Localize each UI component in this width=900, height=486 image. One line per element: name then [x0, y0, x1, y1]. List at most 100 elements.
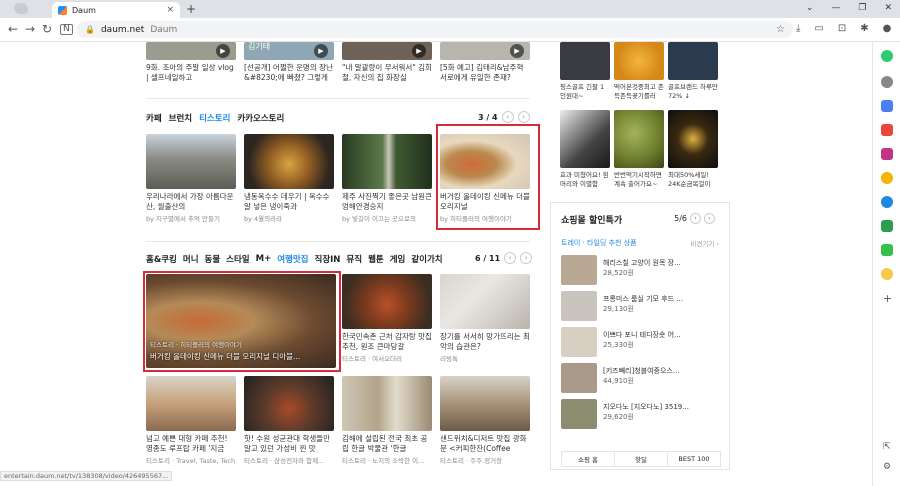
restore-button[interactable]: ❐: [858, 3, 866, 13]
download-icon[interactable]: ⤓: [796, 23, 800, 34]
tab-home-cooking[interactable]: 홈&쿠킹: [146, 253, 177, 265]
tools-icon[interactable]: [881, 100, 893, 112]
tab-work[interactable]: 직장IN: [315, 253, 341, 265]
minimize-button[interactable]: —: [831, 3, 840, 13]
product-mid-2[interactable]: 반번먹기시작하면 계속 출어가요~: [614, 110, 664, 191]
top-card-3[interactable]: ▶ "내 말괄량이 무서워서" 김희철, 자신의 집 화장실: [342, 42, 432, 83]
forward-icon[interactable]: →: [25, 22, 35, 36]
card-source: by 빛길이 이끄는 곳으로의: [342, 215, 416, 223]
card-caption: [5화 예고] 김태리&남주혁 서로에게 유일한 존재?: [440, 63, 524, 82]
tab-webtoon[interactable]: 웹툰: [368, 253, 384, 265]
travel-card-6[interactable]: 샌드위치&디저트 맛집 광화문 <커피한잔(Coffee 티스토리 · 주주.정…: [440, 376, 530, 466]
tab-brunch[interactable]: 브런치: [169, 112, 192, 124]
hot-deal-button[interactable]: 핫딜: [615, 452, 668, 466]
profile-icon[interactable]: ●: [883, 23, 892, 34]
product-top-2[interactable]: 떡어본것중최고 존득존득꽂기를러: [614, 42, 664, 103]
copilot-icon[interactable]: [881, 50, 893, 62]
thumbnail: [560, 110, 610, 168]
screenshot-icon[interactable]: ⊡: [838, 23, 846, 34]
card-source: 티스토리 · Travel, Taste, Tech: [146, 457, 236, 465]
shop-tag[interactable]: 트레이 · 타일딩 추천 상품: [561, 238, 637, 248]
shop-thumb: [561, 255, 597, 285]
open-external-icon[interactable]: ⇱: [883, 442, 891, 452]
naver-icon[interactable]: N: [60, 24, 73, 35]
status-bar: entertain.daum.net/tv/138308/video/42649…: [0, 471, 173, 481]
divider: [146, 98, 530, 99]
add-icon[interactable]: +: [883, 292, 892, 305]
tab-game[interactable]: 게임: [390, 253, 406, 265]
section2-pager: 6 / 11 ‹ ›: [475, 252, 533, 264]
card-caption: "내 말괄량이 무서워서" 김희철, 자신의 집 화장실: [342, 63, 432, 82]
tistory-card-3[interactable]: 제주 사진찍기 좋은곳 남원큰엉해안경승지 by 빛길이 이끄는 곳으로의: [342, 134, 432, 224]
travel-card-5[interactable]: 김해에 설립된 전국 최초 공립 한글 박물관 '한글 티스토리 · 노지의 소…: [342, 376, 432, 466]
next-arrow-icon[interactable]: ›: [704, 213, 715, 224]
shop-item[interactable]: 지오다노 [지오다노] 3519... 29,620원: [561, 399, 726, 429]
top-card-4[interactable]: ▶ [5화 예고] 김태리&남주혁 서로에게 유일한 존재?: [440, 42, 530, 83]
emoji-icon[interactable]: [881, 268, 893, 280]
shop-home-button[interactable]: 쇼핑 홈: [562, 452, 615, 466]
travel-card-4[interactable]: 핫! 수원 성균관대 학생들만 알고 있던 가성비 찐 맛 티스토리 · 삼성전…: [244, 376, 334, 466]
tistory-card-2[interactable]: 냉동옥수수 데우기 | 옥수수알 넣은 냉이죽과 by 4월의라라: [244, 134, 334, 224]
tab-mplus[interactable]: M+: [256, 254, 272, 264]
next-arrow-icon[interactable]: ›: [517, 111, 530, 123]
shop-thumb: [561, 291, 597, 321]
tab-animal[interactable]: 동물: [205, 253, 221, 265]
product-top-1[interactable]: 핑스골프 긴팔 1인원대~: [560, 42, 610, 103]
thumbnail: [342, 134, 432, 189]
tab-close-icon[interactable]: ×: [166, 5, 174, 15]
product-mid-3[interactable]: 최대50%세일! 24K순금목걸이: [668, 110, 718, 191]
best100-button[interactable]: BEST 100: [668, 452, 720, 466]
green-app-icon[interactable]: [881, 244, 893, 256]
shopping-deals-panel: 쇼핑몰 할인특가 5/6 ‹ › 트레이 · 타일딩 추천 상품 비견기기 › …: [550, 202, 730, 470]
prev-arrow-icon[interactable]: ‹: [501, 111, 514, 123]
travel-card-3[interactable]: 넘고 예쁜 대형 카페 추천! 영종도 루프탑 카페 '지금 티스토리 · Tr…: [146, 376, 236, 466]
shop-item-title: 이쁘다 포니 테디장숏 어...: [603, 331, 681, 339]
card-caption: 제주 사진찍기 좋은곳 남원큰엉해안경승지: [342, 192, 432, 211]
extensions-icon[interactable]: ✱: [860, 23, 868, 34]
tab-cafe[interactable]: 카페: [146, 112, 162, 124]
travel-card-2[interactable]: 장기를 서서히 망가뜨리는 최악의 습관은? 리빙톡: [440, 274, 530, 364]
shop-item[interactable]: 해리스칠 고양이 원목 장... 28,520원: [561, 255, 726, 285]
collections-icon[interactable]: [881, 124, 893, 136]
url-host: daum.net: [100, 24, 145, 35]
tab-style[interactable]: 스타일: [226, 253, 249, 265]
address-bar[interactable]: 🔒 daum.net Daum ☆: [77, 21, 793, 38]
prev-arrow-icon[interactable]: ‹: [504, 252, 517, 264]
product-mid-1[interactable]: 효과 미쳤어요! 흰머리와 이별함: [560, 110, 610, 191]
back-icon[interactable]: ←: [8, 22, 18, 36]
chevron-down-icon[interactable]: ⌄: [806, 3, 814, 13]
excel-icon[interactable]: [881, 220, 893, 232]
edge-icon[interactable]: [881, 196, 893, 208]
tab-daum[interactable]: Daum ×: [52, 2, 180, 18]
shop-item[interactable]: [키즈빼리]청블여중으스... 44,910원: [561, 363, 726, 393]
travel-card-1[interactable]: 한국민속촌 근처 감자탕 맛집 추천, 원조 큰마당갈 티스토리 · 여서오더리: [342, 274, 432, 364]
games-icon[interactable]: [881, 172, 893, 184]
close-window-button[interactable]: ✕: [884, 3, 892, 13]
tab-tistory[interactable]: 티스토리: [199, 112, 230, 124]
play-icon: ▶: [510, 44, 524, 58]
settings-icon[interactable]: ⚙: [883, 462, 891, 472]
instagram-icon[interactable]: [881, 148, 893, 160]
top-card-1[interactable]: ▶ 9화. 조아의 주말 일상 vlog | 셀프네일하고: [146, 42, 236, 83]
reload-icon[interactable]: ↻: [42, 22, 52, 36]
tab-kakaostory[interactable]: 카카오스토리: [237, 112, 284, 124]
tab-music[interactable]: 뮤직: [346, 253, 362, 265]
top-card-2[interactable]: 김기태 ▶ [선공개] 어쩔한 운명의 장난&#8230;에 빠졌? 그렇게 보는: [244, 42, 334, 83]
tab-travel-food[interactable]: 여행맛집: [277, 253, 308, 265]
shop-item[interactable]: 프롱미스 룸실 기모 후드 ... 29,130원: [561, 291, 726, 321]
bookmark-star-icon[interactable]: ☆: [776, 24, 785, 35]
thumbnail: [614, 110, 664, 168]
tab-together[interactable]: 같이가치: [411, 253, 442, 265]
product-top-3[interactable]: 골프브랜드 하루만 72% ↓: [668, 42, 718, 103]
card-caption: 9화. 조아의 주말 일상 vlog | 셀프네일하고: [146, 63, 234, 82]
media-icon[interactable]: ▭: [814, 23, 823, 34]
next-arrow-icon[interactable]: ›: [520, 252, 533, 264]
tistory-card-1[interactable]: 우리나라에서 가장 아름다운 산, 월출산의 by 지구별에서 추억 만들기: [146, 134, 236, 224]
card-source: 티스토리 · 삼성전자와 함께...: [244, 457, 325, 465]
shop-more-link[interactable]: 비견기기 ›: [690, 238, 719, 248]
shop-item[interactable]: 이쁘다 포니 테디장숏 어... 25,330원: [561, 327, 726, 357]
search-icon[interactable]: [881, 76, 893, 88]
prev-arrow-icon[interactable]: ‹: [690, 213, 701, 224]
tab-money[interactable]: 머니: [183, 253, 199, 265]
new-tab-button[interactable]: +: [186, 2, 196, 16]
